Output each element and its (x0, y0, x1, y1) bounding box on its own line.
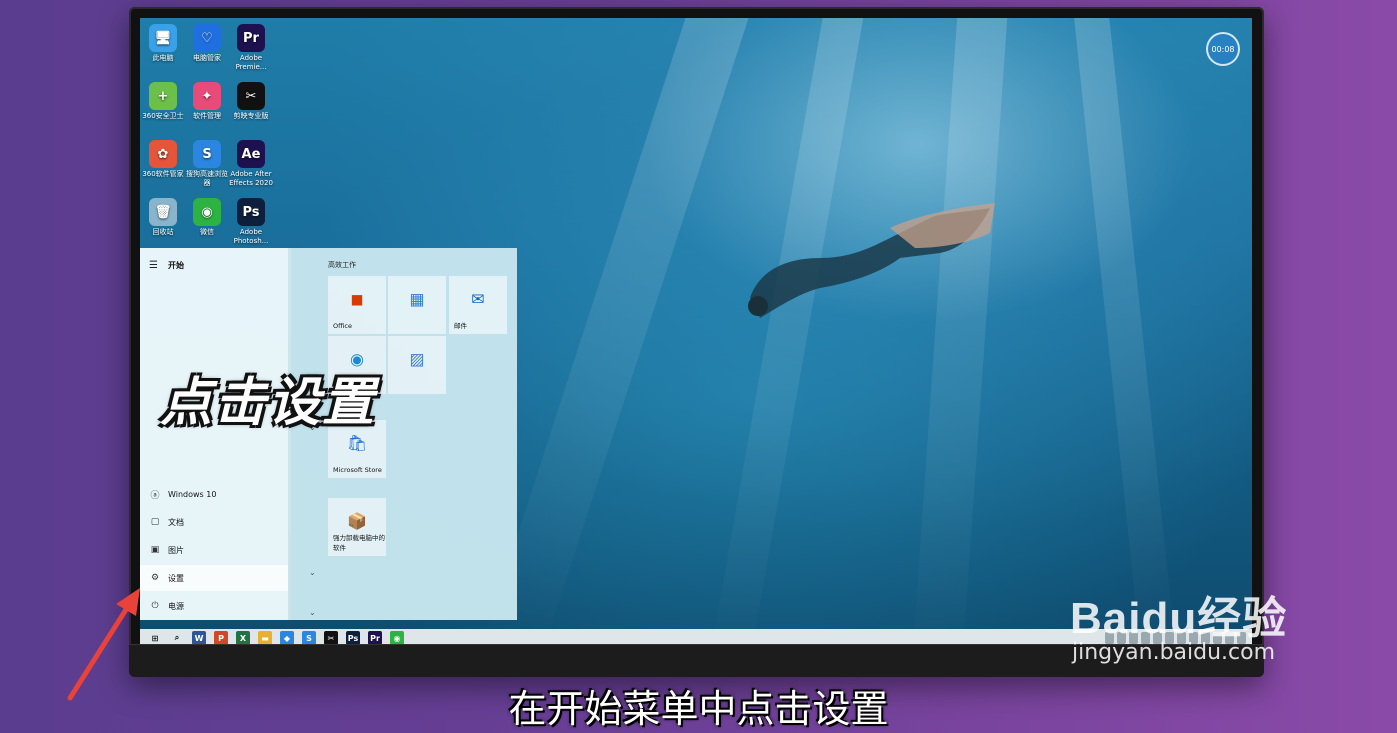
start-menu-item-label: 图片 (168, 545, 184, 555)
start-tile[interactable]: 📦 强力卸载电脑中的软件 (328, 498, 386, 556)
start-menu-item[interactable]: ▢ 文档 (140, 509, 288, 535)
desktop-icon-label: 360软件管家 (142, 170, 184, 178)
desktop-icon-label: 360安全卫士 (142, 112, 184, 120)
app-icon: Ae (237, 140, 265, 168)
instruction-caption: 点击设置 (160, 373, 377, 433)
app-icon: ✂ (237, 82, 265, 110)
desktop-icon-label: 软件管理 (193, 112, 221, 120)
desktop-icon[interactable]: S 搜狗高速浏览器 (184, 136, 230, 188)
desktop-icon-label: 回收站 (152, 228, 174, 236)
desktop-icon[interactable]: ♡ 电脑管家 (184, 20, 230, 63)
desktop-icon-label: Adobe Premie... (235, 54, 267, 71)
tile-label: Office (333, 322, 352, 330)
recording-timer: 00:08 (1206, 32, 1240, 66)
hamburger-menu-icon[interactable]: ☰ (149, 260, 158, 271)
watermark-url: jingyan.baidu.com (1072, 640, 1276, 665)
start-tile[interactable]: ▨ (388, 336, 446, 394)
desktop-icon-label: 剪映专业版 (233, 112, 269, 120)
start-icon[interactable]: ⊞ (148, 631, 162, 645)
desktop-icon[interactable]: Ae Adobe After Effects 2020 (228, 136, 274, 188)
document-icon: ▢ (150, 517, 160, 527)
photoshop-icon[interactable]: Ps (346, 631, 360, 645)
tile-icon: ✉ (471, 289, 485, 309)
desktop-icon[interactable]: 🖥 此电脑 (140, 20, 186, 63)
app-icon: + (149, 82, 177, 110)
user-icon: ⓐ (150, 490, 160, 501)
gear-icon: ⚙ (150, 573, 160, 583)
desktop-icon[interactable]: ✦ 软件管理 (184, 78, 230, 121)
desktop-icon-label: 电脑管家 (193, 54, 221, 62)
word-icon[interactable]: W (192, 631, 206, 645)
app-icon[interactable]: ◆ (280, 631, 294, 645)
start-menu-item-label: 文档 (168, 517, 184, 527)
desktop-icon-label: 微信 (200, 228, 214, 236)
premiere-icon[interactable]: Pr (368, 631, 382, 645)
app-green-icon[interactable]: ◉ (390, 631, 404, 645)
app-icon: ✦ (193, 82, 221, 110)
desktop-icon[interactable]: ✿ 360软件管家 (140, 136, 186, 179)
start-menu-title: 开始 (168, 261, 184, 270)
monitor-frame: 00:08 🖥 此电脑 ♡ 电脑管家 Pr Adobe Premie... +360安全卫士… (129, 7, 1264, 677)
file-explorer-icon[interactable]: ▬ (258, 631, 272, 645)
tile-label: 邮件 (454, 322, 467, 330)
baidu-jingyan-watermark: Baidu经验 jingyan.baidu.com (1070, 582, 1287, 665)
excel-icon[interactable]: X (236, 631, 250, 645)
start-tile[interactable]: ▦ (388, 276, 446, 334)
desktop-icon[interactable]: 🗑 回收站 (140, 194, 186, 237)
app-icon: S (193, 140, 221, 168)
app-icon: 🖥 (149, 24, 177, 52)
desktop-icon[interactable]: ✂ 剪映专业版 (228, 78, 274, 121)
light-ray (1070, 18, 1179, 648)
sogou-icon[interactable]: S (302, 631, 316, 645)
powerpoint-icon[interactable]: P (214, 631, 228, 645)
chevron-down-icon[interactable]: ⌄ (309, 608, 316, 617)
start-menu-item[interactable]: ⚙ 设置 (140, 565, 288, 591)
tile-label: 强力卸载电脑中的软件 (333, 534, 385, 552)
desktop-icon-label: Adobe After Effects 2020 (229, 170, 273, 187)
start-menu-item-label: 电源 (168, 601, 184, 611)
watermark-brand: Baidu经验 (1070, 594, 1288, 643)
start-tile[interactable]: ✉ 邮件 (449, 276, 507, 334)
picture-icon: ▣ (150, 545, 160, 555)
tile-group-title: 高效工作 (328, 261, 356, 269)
desktop-icon[interactable]: Ps Adobe Photosh... (228, 194, 274, 246)
start-tile[interactable]: ◼ Office (328, 276, 386, 334)
tile-icon: 📦 (347, 511, 367, 531)
start-menu-item[interactable]: ⏻ 电源 (140, 593, 288, 619)
power-icon: ⏻ (151, 601, 159, 611)
app-icon: 🗑 (149, 198, 177, 226)
app-icon: ✿ (149, 140, 177, 168)
video-subtitle: 在开始菜单中点击设置 (508, 687, 889, 731)
chevron-down-icon[interactable]: ⌄ (309, 568, 316, 577)
app-icon: ◉ (193, 198, 221, 226)
app-icon: Pr (237, 24, 265, 52)
capcut-icon[interactable]: ✂ (324, 631, 338, 645)
desktop-icon[interactable]: +360安全卫士 (140, 78, 186, 121)
tile-label: Microsoft Store (333, 466, 382, 474)
app-icon: Ps (237, 198, 265, 226)
start-menu-item[interactable]: ▣ 图片 (140, 537, 288, 563)
desktop-icon-label: Adobe Photosh... (233, 228, 269, 245)
desktop-icon[interactable]: ◉ 微信 (184, 194, 230, 237)
desktop-icon[interactable]: Pr Adobe Premie... (228, 20, 274, 72)
diver-wallpaper-figure (748, 203, 995, 318)
light-ray (485, 18, 759, 648)
start-menu-item-label: Windows 10 (168, 489, 217, 499)
desktop-screen: 00:08 🖥 此电脑 ♡ 电脑管家 Pr Adobe Premie... +360安全卫士… (140, 18, 1252, 648)
start-menu-item[interactable]: ⓐ Windows 10 (140, 481, 288, 507)
desktop-icon-label: 此电脑 (152, 54, 174, 62)
app-icon: ♡ (193, 24, 221, 52)
tile-icon: ▨ (409, 349, 425, 369)
desktop-icon-label: 搜狗高速浏览器 (186, 170, 228, 187)
tile-icon: ▦ (409, 289, 425, 309)
search-icon[interactable]: ⌕ (170, 631, 184, 645)
tile-icon: 🛍 (346, 433, 368, 453)
start-menu-item-label: 设置 (168, 573, 184, 583)
tile-icon: ◼ (350, 289, 364, 309)
